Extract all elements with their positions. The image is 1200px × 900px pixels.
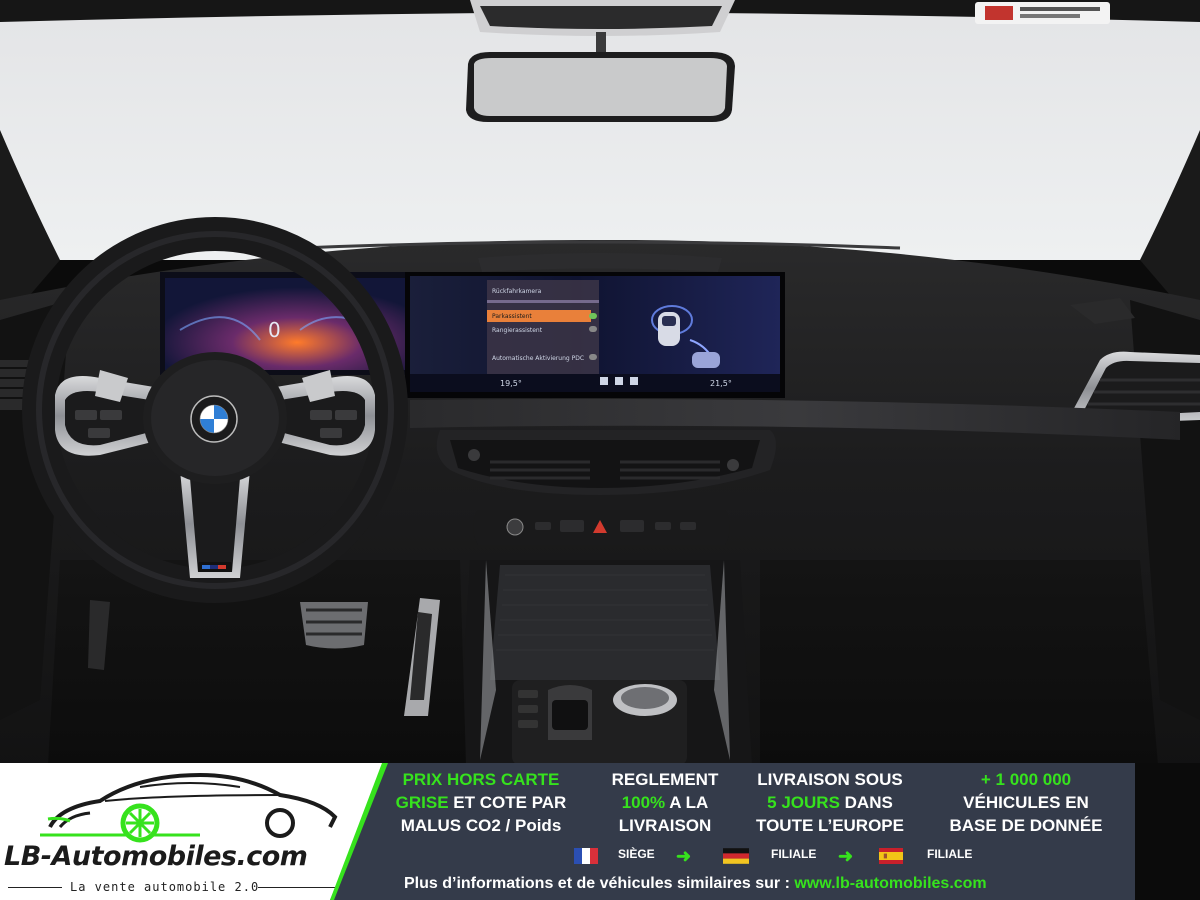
screen-menu-item: Automatische Aktivierung PDC [492,355,585,362]
benefits-panel: PRIX HORS CARTE GRISE ET COTE PAR MALUS … [390,763,1135,900]
arrow-right-icon: ➜ [676,846,692,866]
benefit-payment: REGLEMENT 100% A LA LIVRAISON [611,770,719,835]
spain-flag-icon [879,848,903,864]
car-outline-logo-icon [40,772,338,843]
car-interior-photo: 0 Rückfahrkamera Parkassistent Rangieras… [0,0,1200,900]
screen-temp-right: 21,5° [710,379,732,388]
arrow-right-icon: ➜ [838,846,854,866]
cluster-speed: 0 [268,318,281,342]
screen-menu-item: Rückfahrkamera [492,288,542,295]
benefit-price: PRIX HORS CARTE GRISE ET COTE PAR MALUS … [395,770,567,835]
bmw-logo-icon [190,395,238,443]
brand-name: LB-Automobiles.com [4,841,308,872]
france-label: SIÈGE [618,847,655,861]
tagline-rule-left [8,887,62,888]
brand-tagline: La vente automobile 2.0 [70,880,260,894]
screen-temp-left: 19,5° [500,379,522,388]
promo-banner: LB-Automobiles.com La vente automobile 2… [0,763,1200,900]
spain-label: FILIALE [927,847,973,861]
tagline-rule-right [258,887,336,888]
germany-label: FILIALE [771,847,817,861]
benefit-delivery: LIVRAISON SOUS 5 JOURS DANS TOUTE L’EURO… [756,770,904,835]
screen-menu-item: Rangierassistent [492,327,543,334]
footer-info: Plus d’informations et de véhicules simi… [404,875,987,893]
france-flag-icon [574,848,598,864]
banner-edge [1135,763,1200,900]
germany-flag-icon [723,848,749,864]
screen-menu-item: Parkassistent [492,313,532,320]
benefit-database: + 1 000 000 VÉHICULES EN BASE DE DONNÉE [949,770,1103,835]
website-link[interactable]: www.lb-automobiles.com [794,875,986,892]
footer-text: Plus d’informations et de véhicules simi… [404,875,795,892]
